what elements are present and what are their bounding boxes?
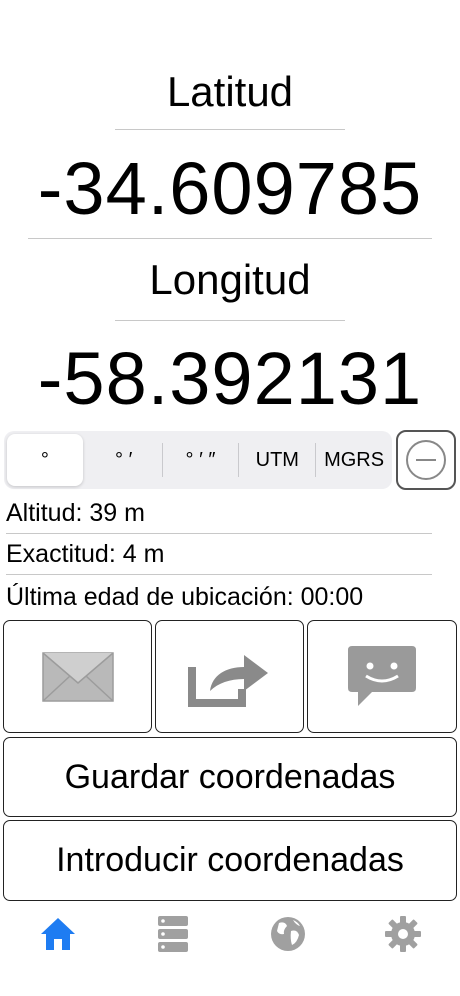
longitude-label: Longitud [149, 256, 311, 303]
format-option-mgrs[interactable]: MGRS [316, 431, 392, 489]
list-icon [157, 916, 188, 952]
last-location-age-text: Última edad de ubicación: 00:00 [6, 583, 364, 611]
share-icon [187, 654, 268, 707]
chat-bubble-icon [348, 645, 416, 706]
email-button[interactable] [3, 620, 152, 733]
format-option-degrees-minutes[interactable]: ° ′ [86, 431, 162, 489]
info-divider [6, 574, 432, 575]
collapse-button[interactable] [396, 430, 456, 490]
format-segmented-control: ° ° ′ ° ′ ″ UTM MGRS [4, 431, 392, 489]
save-coordinates-button[interactable]: Guardar coordenadas [3, 737, 457, 817]
format-option-utm[interactable]: UTM [239, 431, 315, 489]
latitude-divider [28, 238, 432, 239]
envelope-icon [41, 651, 114, 702]
tab-list[interactable] [115, 904, 230, 964]
latitude-value: -34.609785 [37, 147, 423, 230]
info-divider [6, 533, 432, 534]
altitude-text: Altitud: 39 m [6, 499, 145, 527]
enter-coordinates-button[interactable]: Introducir coordenadas [3, 820, 457, 901]
globe-icon [270, 917, 305, 951]
gear-icon [384, 916, 421, 952]
format-option-dms[interactable]: ° ′ ″ [163, 431, 239, 489]
latitude-label: Latitud [166, 68, 294, 115]
tab-map[interactable] [230, 904, 345, 964]
latitude-label-underline [115, 129, 345, 130]
format-option-degrees[interactable]: ° [7, 434, 83, 486]
home-icon [40, 918, 75, 950]
tab-bar [0, 904, 460, 964]
accuracy-text: Exactitud: 4 m [6, 540, 165, 568]
longitude-label-underline [115, 320, 345, 321]
message-button[interactable] [307, 620, 457, 733]
longitude-value: -58.392131 [37, 337, 423, 420]
share-button[interactable] [155, 620, 304, 733]
minus-circle-icon [406, 440, 446, 480]
tab-home[interactable] [0, 904, 115, 964]
tab-settings[interactable] [345, 904, 460, 964]
